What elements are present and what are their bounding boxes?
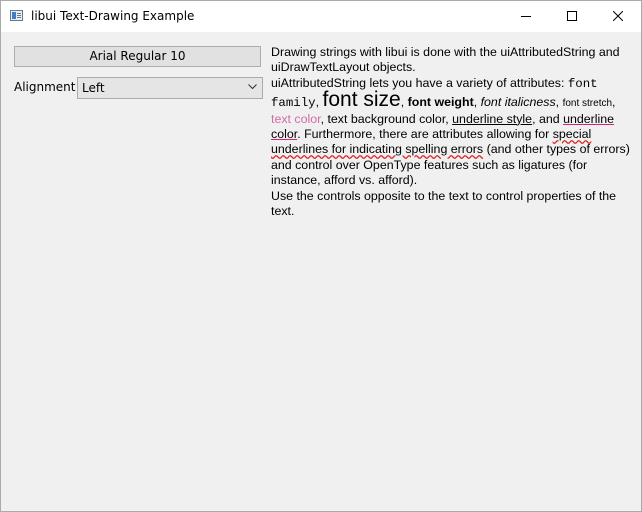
text-paragraph-3: Use the controls opposite to the text to… — [271, 188, 617, 219]
attributed-text-area: Drawing strings with libui is done with … — [271, 45, 631, 219]
text-color-sample: text color — [271, 111, 321, 126]
window-title: libui Text-Drawing Example — [31, 9, 195, 23]
separator: , — [555, 95, 563, 110]
separator: , — [315, 95, 323, 110]
maximize-button[interactable] — [549, 1, 595, 32]
separator: , text background color, — [320, 111, 453, 126]
close-icon — [613, 11, 623, 21]
alignment-select-value: Left — [82, 81, 105, 95]
text-paragraph-1: Drawing strings with libui is done with … — [271, 45, 620, 75]
separator: , — [473, 95, 481, 110]
close-button[interactable] — [595, 1, 641, 32]
minimize-button[interactable] — [503, 1, 549, 32]
separator: . Furthermore, there are attributes allo… — [297, 127, 553, 142]
font-italicness-sample: font italicness — [480, 95, 556, 110]
font-size-sample: font size — [322, 88, 401, 112]
separator: , — [400, 95, 408, 110]
font-stretch-sample: font stretch — [562, 98, 613, 110]
title-bar: libui Text-Drawing Example — [1, 1, 641, 32]
app-icon — [10, 10, 23, 21]
p2-intro: uiAttributedString lets you have a varie… — [271, 75, 568, 90]
alignment-label: Alignment — [14, 80, 76, 94]
font-weight-sample: font weight — [407, 95, 474, 110]
separator: , — [612, 95, 616, 110]
underline-style-sample: underline style — [452, 111, 533, 126]
chevron-down-icon — [248, 84, 257, 90]
text-paragraph-2: uiAttributedString lets you have a varie… — [271, 76, 631, 189]
separator: , and — [532, 111, 564, 126]
font-button[interactable]: Arial Regular 10 — [14, 46, 261, 67]
alignment-select[interactable]: Left — [77, 77, 263, 99]
app-window: libui Text-Drawing Example Arial Regular… — [0, 0, 642, 512]
